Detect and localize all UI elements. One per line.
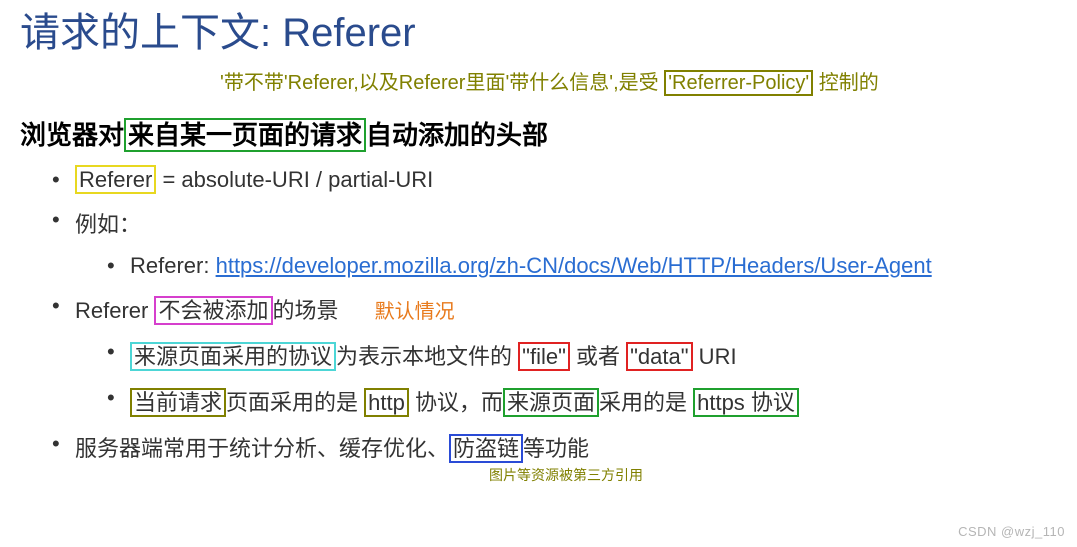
heading-highlight: 来自某一页面的请求 [124,118,366,152]
server-text1: 服务器端常用于统计分析、缓存优化、 [75,436,449,461]
list-item-server: 服务器端常用于统计分析、缓存优化、防盗链等功能 图片等资源被第三方引用 [20,431,1057,485]
heading-part3: 自动添加的头部 [366,120,548,150]
main-list: Referer = absolute-URI / partial-URI 例如：… [20,167,1057,485]
case1-uri: URI [693,344,737,369]
referer-def-rest: = absolute-URI / partial-URI [156,167,433,192]
list-item-referer-def: Referer = absolute-URI / partial-URI [20,167,1057,193]
case1-file: "file" [518,342,570,371]
server-hotlink: 防盗链 [449,434,523,463]
subtitle-policy-term: 'Referrer-Policy' [664,70,813,96]
not-added-case1: 来源页面采用的协议为表示本地文件的 "file" 或者 "data" URI [75,339,1057,371]
case2-text1: 页面采用的是 [226,390,364,415]
not-added-highlight: 不会被添加 [154,296,272,325]
not-added-p1: Referer [75,298,154,323]
subtitle: '带不带'Referer,以及Referer里面'带什么信息',是受 'Refe… [220,66,1057,95]
case2-text3: 采用的是 [599,390,693,415]
case1-protocol: 来源页面采用的协议 [130,342,336,371]
not-added-sublist: 来源页面采用的协议为表示本地文件的 "file" 或者 "data" URI 当… [75,339,1057,417]
example-detail: Referer: https://developer.mozilla.org/z… [75,253,1057,279]
not-added-p3: 的场景 [273,298,339,323]
case2-text2: 协议，而 [409,390,503,415]
watermark: CSDN @wzj_110 [958,524,1065,539]
case2-https: https 协议 [693,388,799,417]
case1-text1: 为表示本地文件的 [336,344,518,369]
server-text2: 等功能 [523,436,589,461]
referer-label-box: Referer [75,165,156,194]
heading-part1: 浏览器对 [20,120,124,150]
case2-current: 当前请求 [130,388,226,417]
subtitle-part1: '带不带'Referer,以及Referer里面'带什么信息',是受 [220,72,664,94]
example-link[interactable]: https://developer.mozilla.org/zh-CN/docs… [216,253,932,278]
case1-or: 或者 [570,344,626,369]
list-item-not-added: Referer 不会被添加的场景 默认情况 来源页面采用的协议为表示本地文件的 … [20,293,1057,417]
not-added-case2: 当前请求页面采用的是 http 协议，而来源页面采用的是 https 协议 [75,385,1057,417]
default-note: 默认情况 [375,301,455,323]
slide-title: 请求的上下文: Referer [20,0,1057,58]
case1-data: "data" [626,342,692,371]
case2-http: http [364,388,409,417]
section-heading: 浏览器对来自某一页面的请求自动添加的头部 [20,115,1057,152]
list-item-example: 例如： Referer: https://developer.mozilla.o… [20,207,1057,279]
example-prefix: Referer: [130,253,216,278]
subtitle-part3: 控制的 [813,72,879,94]
example-sublist: Referer: https://developer.mozilla.org/z… [75,253,1057,279]
footnote: 图片等资源被第三方引用 [75,465,1057,485]
case2-source: 来源页面 [503,388,599,417]
example-label: 例如： [75,212,141,237]
